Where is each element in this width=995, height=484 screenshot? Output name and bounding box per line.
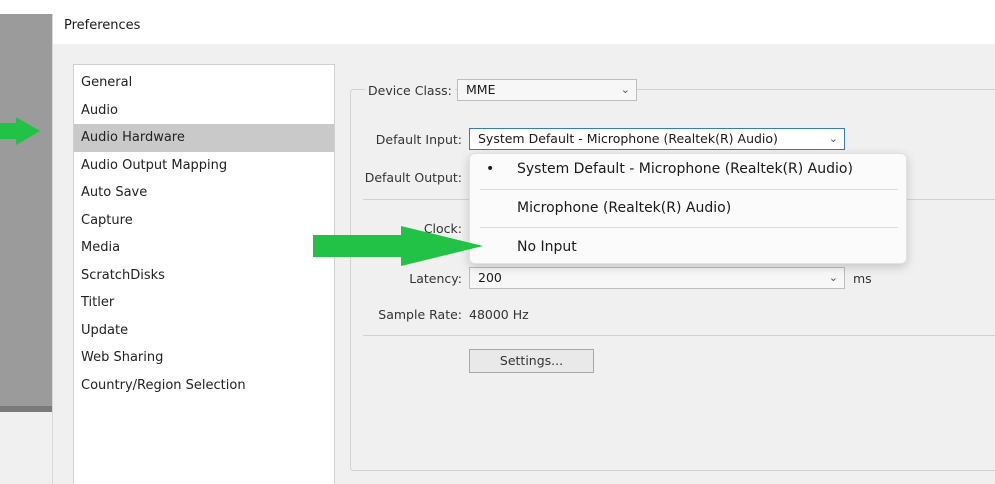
- device-class-label: Device Class:: [365, 83, 455, 98]
- section-divider: [363, 335, 995, 336]
- device-class-value: MME: [466, 82, 496, 97]
- sample-rate-label: Sample Rate:: [378, 307, 462, 322]
- latency-value: 200: [478, 270, 502, 285]
- latency-select[interactable]: 200 ⌄: [469, 267, 845, 289]
- category-capture[interactable]: Capture: [74, 207, 334, 235]
- default-input-dropdown: • System Default - Microphone (Realtek(R…: [469, 153, 907, 264]
- dropdown-option[interactable]: System Default - Microphone (Realtek(R) …: [517, 161, 853, 177]
- chevron-down-icon: ⌄: [828, 132, 838, 145]
- dialog-title: Preferences: [64, 18, 141, 33]
- latency-unit: ms: [853, 271, 872, 286]
- device-class-select[interactable]: MME ⌄: [457, 79, 637, 101]
- clock-label: Clock:: [423, 221, 462, 236]
- category-list: General Audio Audio Hardware Audio Outpu…: [73, 64, 335, 484]
- title-bar: Preferences: [53, 14, 995, 44]
- default-input-label: Default Input:: [375, 132, 462, 147]
- category-audio-output-mapping[interactable]: Audio Output Mapping: [74, 152, 334, 180]
- category-auto-save[interactable]: Auto Save: [74, 179, 334, 207]
- settings-button[interactable]: Settings...: [469, 349, 594, 373]
- chevron-down-icon: ⌄: [620, 83, 630, 96]
- category-audio-hardware[interactable]: Audio Hardware: [74, 124, 334, 152]
- background-panel: [0, 14, 52, 406]
- menu-divider: [480, 189, 898, 190]
- category-general[interactable]: General: [74, 69, 334, 97]
- background-footer: [0, 412, 52, 484]
- chevron-down-icon: ⌄: [828, 271, 838, 284]
- sample-rate-value: 48000 Hz: [469, 307, 529, 322]
- default-input-value: System Default - Microphone (Realtek(R) …: [478, 131, 778, 146]
- category-media[interactable]: Media: [74, 234, 334, 262]
- menu-divider: [480, 227, 898, 228]
- dropdown-option[interactable]: Microphone (Realtek(R) Audio): [517, 200, 731, 216]
- category-country-region-selection[interactable]: Country/Region Selection: [74, 372, 334, 400]
- default-output-label: Default Output:: [364, 170, 462, 185]
- category-web-sharing[interactable]: Web Sharing: [74, 344, 334, 372]
- category-audio[interactable]: Audio: [74, 97, 334, 125]
- default-input-select[interactable]: System Default - Microphone (Realtek(R) …: [469, 128, 845, 150]
- category-update[interactable]: Update: [74, 317, 334, 345]
- background-window: [0, 0, 52, 484]
- latency-label: Latency:: [409, 271, 462, 286]
- dropdown-option-no-input[interactable]: No Input: [517, 239, 577, 255]
- category-titler[interactable]: Titler: [74, 289, 334, 317]
- selected-bullet-icon: •: [486, 161, 495, 177]
- category-scratch-disks[interactable]: ScratchDisks: [74, 262, 334, 290]
